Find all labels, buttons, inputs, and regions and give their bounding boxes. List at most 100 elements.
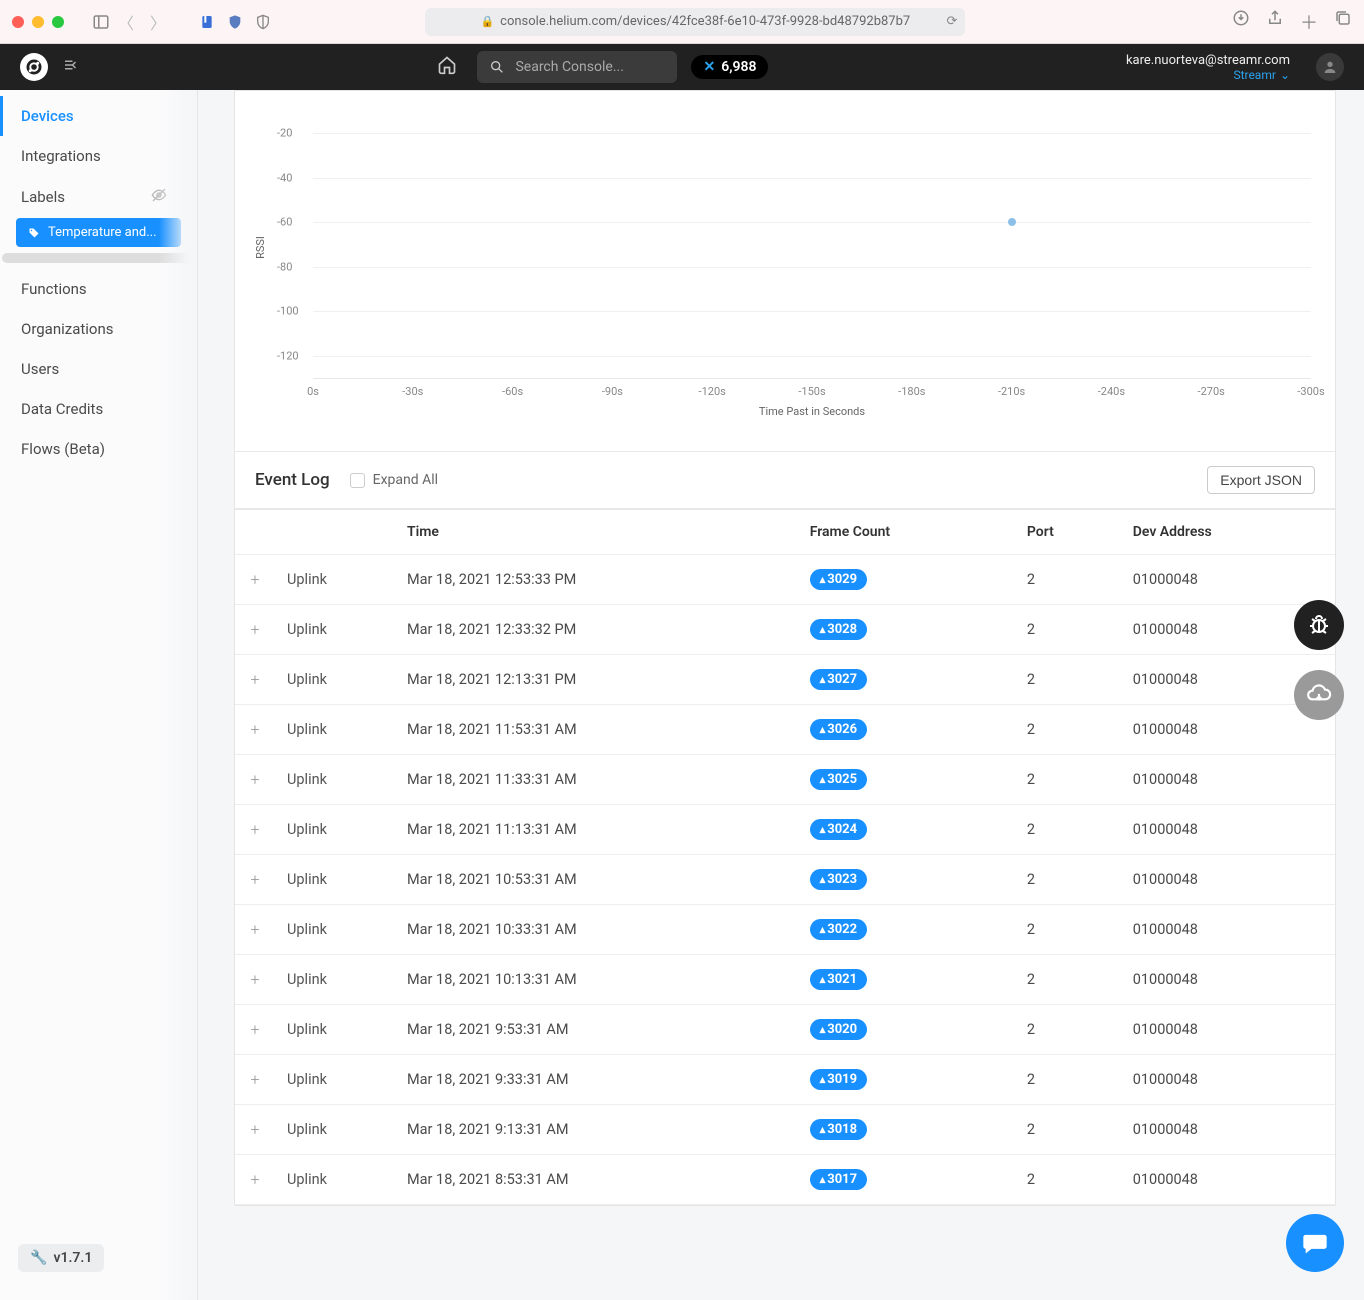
sidebar-item-users[interactable]: Users: [0, 349, 197, 389]
user-menu[interactable]: kare.nuorteva@streamr.com Streamr⌄: [1126, 53, 1290, 82]
sidebar-item-integrations[interactable]: Integrations: [0, 136, 197, 176]
search-input[interactable]: Search Console...: [477, 51, 677, 83]
expand-row-button[interactable]: +: [235, 955, 275, 1005]
sidebar-item-labels[interactable]: Labels: [0, 176, 197, 218]
table-row: +UplinkMar 18, 2021 10:13:31 AM302120100…: [235, 955, 1335, 1005]
horizontal-scrollbar[interactable]: [2, 253, 195, 263]
frame-count: 3027: [798, 655, 1015, 705]
expand-row-button[interactable]: +: [235, 855, 275, 905]
privacy-icon[interactable]: [254, 13, 272, 31]
visibility-icon[interactable]: [151, 187, 167, 207]
event-time: Mar 18, 2021 12:33:32 PM: [395, 605, 798, 655]
column-header: Dev Address: [1121, 510, 1335, 555]
event-time: Mar 18, 2021 11:13:31 AM: [395, 805, 798, 855]
table-row: +UplinkMar 18, 2021 12:13:31 PM302720100…: [235, 655, 1335, 705]
shield-icon[interactable]: [226, 13, 244, 31]
table-row: +UplinkMar 18, 2021 12:53:33 PM302920100…: [235, 555, 1335, 605]
x-tick: -240s: [1098, 385, 1125, 398]
url-text: console.helium.com/devices/42fce38f-6e10…: [500, 14, 910, 29]
tabs-icon[interactable]: [1334, 9, 1352, 35]
sidebar-item-organizations[interactable]: Organizations: [0, 309, 197, 349]
event-time: Mar 18, 2021 10:13:31 AM: [395, 955, 798, 1005]
table-row: +UplinkMar 18, 2021 8:53:31 AM3017201000…: [235, 1155, 1335, 1205]
expand-row-button[interactable]: +: [235, 605, 275, 655]
table-row: +UplinkMar 18, 2021 11:13:31 AM302420100…: [235, 805, 1335, 855]
dc-icon: ✕: [703, 59, 715, 75]
reload-icon[interactable]: ⟳: [946, 14, 957, 29]
dc-balance-pill[interactable]: ✕ 6,988: [691, 55, 768, 79]
event-type: Uplink: [275, 805, 395, 855]
frame-count: 3018: [798, 1105, 1015, 1155]
expand-all-checkbox[interactable]: Expand All: [350, 472, 438, 488]
event-log-title: Event Log: [255, 470, 330, 490]
frame-count: 3023: [798, 855, 1015, 905]
helium-logo-icon[interactable]: [20, 53, 48, 81]
search-icon: [489, 59, 505, 75]
sidebar-item-flows-beta-[interactable]: Flows (Beta): [0, 429, 197, 469]
new-tab-icon[interactable]: ＋: [1300, 9, 1318, 35]
share-icon[interactable]: [1266, 9, 1284, 35]
expand-row-button[interactable]: +: [235, 655, 275, 705]
event-port: 2: [1015, 1055, 1121, 1105]
event-type: Uplink: [275, 1105, 395, 1155]
cloud-download-button[interactable]: [1294, 670, 1344, 720]
export-json-button[interactable]: Export JSON: [1207, 466, 1315, 494]
nav-back-icon[interactable]: 〈: [118, 10, 134, 34]
x-tick: -300s: [1297, 385, 1324, 398]
version-pill[interactable]: 🔧 v1.7.1: [18, 1244, 104, 1272]
sidebar-item-data-credits[interactable]: Data Credits: [0, 389, 197, 429]
download-icon[interactable]: [1232, 9, 1250, 35]
frame-count: 3024: [798, 805, 1015, 855]
expand-all-label: Expand All: [373, 472, 438, 488]
dev-address: 01000048: [1121, 1055, 1335, 1105]
nav-forward-icon[interactable]: 〉: [150, 10, 166, 34]
tag-icon: [28, 227, 40, 239]
event-type: Uplink: [275, 705, 395, 755]
sidebar-toggle-icon[interactable]: [92, 13, 110, 31]
sidebar-item-functions[interactable]: Functions: [0, 269, 197, 309]
frame-count: 3019: [798, 1055, 1015, 1105]
sidebar-item-devices[interactable]: Devices: [0, 96, 197, 136]
home-icon[interactable]: [437, 55, 457, 79]
rssi-chart: RSSI Time Past in Seconds -20-40-60-80-1…: [235, 91, 1335, 451]
maximize-window-icon[interactable]: [52, 16, 64, 28]
expand-row-button[interactable]: +: [235, 1105, 275, 1155]
expand-row-button[interactable]: +: [235, 1005, 275, 1055]
dc-balance-value: 6,988: [721, 59, 756, 75]
y-axis-label: RSSI: [254, 236, 267, 259]
event-log-table: TimeFrame CountPortDev Address +UplinkMa…: [235, 510, 1335, 1205]
column-header: Frame Count: [798, 510, 1015, 555]
search-placeholder: Search Console...: [515, 59, 623, 75]
x-tick: -150s: [798, 385, 825, 398]
expand-row-button[interactable]: +: [235, 805, 275, 855]
url-bar[interactable]: 🔒 console.helium.com/devices/42fce38f-6e…: [425, 8, 965, 36]
close-window-icon[interactable]: [12, 16, 24, 28]
x-tick: -90s: [602, 385, 623, 398]
menu-collapse-icon[interactable]: [62, 56, 80, 78]
event-log-header: Event Log Expand All Export JSON: [235, 451, 1335, 510]
bookmark-icon[interactable]: [198, 13, 216, 31]
expand-row-button[interactable]: +: [235, 705, 275, 755]
event-type: Uplink: [275, 905, 395, 955]
expand-row-button[interactable]: +: [235, 555, 275, 605]
event-type: Uplink: [275, 1055, 395, 1105]
y-tick: -120: [277, 349, 299, 362]
avatar[interactable]: [1316, 53, 1344, 81]
event-type: Uplink: [275, 955, 395, 1005]
event-port: 2: [1015, 605, 1121, 655]
event-port: 2: [1015, 1155, 1121, 1205]
frame-count: 3025: [798, 755, 1015, 805]
expand-row-button[interactable]: +: [235, 905, 275, 955]
label-pill[interactable]: Temperature and...: [16, 218, 181, 247]
x-tick: -210s: [998, 385, 1025, 398]
minimize-window-icon[interactable]: [32, 16, 44, 28]
expand-row-button[interactable]: +: [235, 1155, 275, 1205]
sidebar: DevicesIntegrationsLabelsTemperature and…: [0, 90, 198, 1300]
expand-row-button[interactable]: +: [235, 755, 275, 805]
event-type: Uplink: [275, 755, 395, 805]
chat-button[interactable]: [1286, 1214, 1344, 1272]
table-row: +UplinkMar 18, 2021 9:53:31 AM3020201000…: [235, 1005, 1335, 1055]
frame-count: 3021: [798, 955, 1015, 1005]
bug-report-button[interactable]: [1294, 600, 1344, 650]
expand-row-button[interactable]: +: [235, 1055, 275, 1105]
